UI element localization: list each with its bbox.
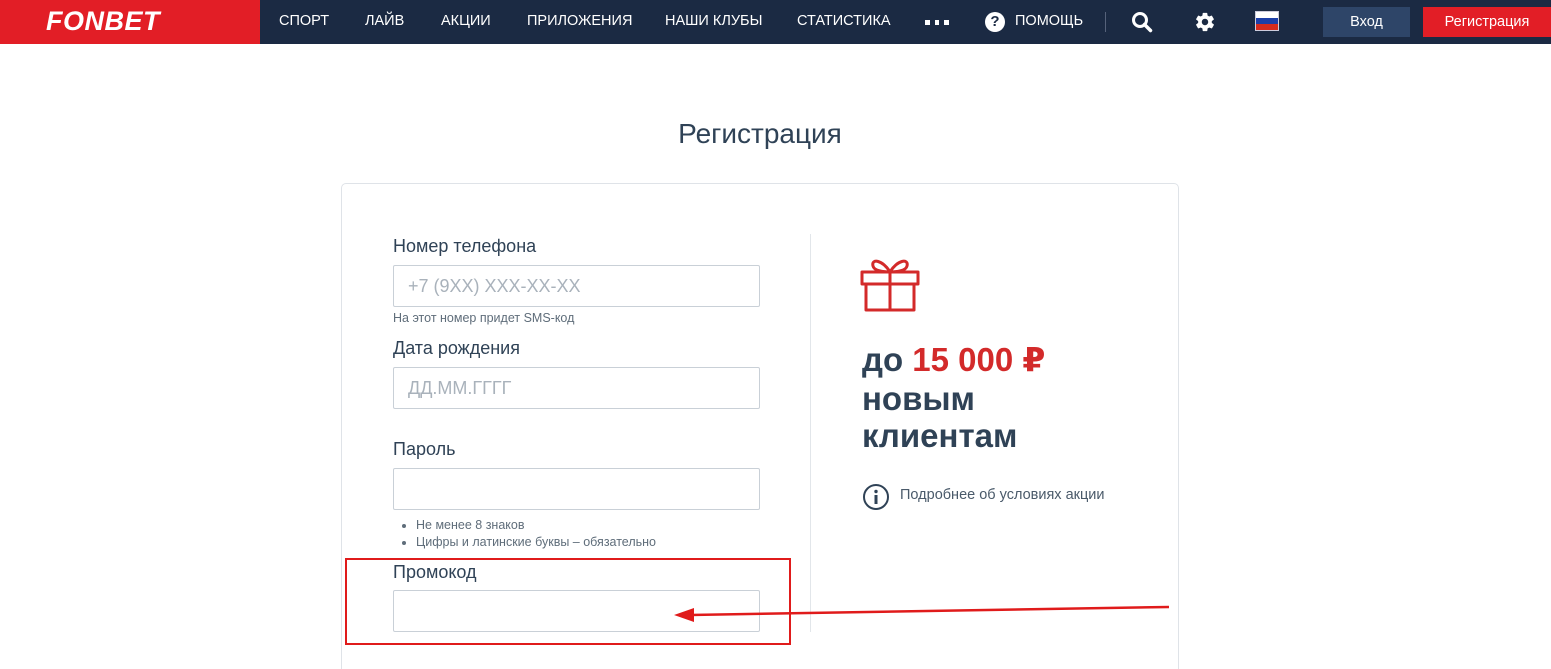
nav-item-sport[interactable]: СПОРТ bbox=[279, 13, 329, 29]
promo-headline-line1: до 15 000 ₽ bbox=[862, 340, 1045, 380]
page-title: Регистрация bbox=[678, 118, 842, 149]
password-rules: Не менее 8 знаков Цифры и латинские букв… bbox=[402, 517, 656, 551]
promo-amount: 15 000 ₽ bbox=[912, 341, 1046, 378]
annotation-highlight-box bbox=[345, 558, 791, 645]
password-label: Пароль bbox=[393, 439, 456, 459]
nav-item-live[interactable]: ЛАЙВ bbox=[365, 13, 404, 29]
logo[interactable]: FONBET bbox=[0, 0, 260, 44]
page: FONBET СПОРТ ЛАЙВ АКЦИИ ПРИЛОЖЕНИЯ НАШИ … bbox=[0, 0, 1551, 669]
password-rule: Не менее 8 знаков bbox=[402, 517, 656, 534]
birthdate-input[interactable] bbox=[393, 367, 760, 409]
top-navbar: FONBET СПОРТ ЛАЙВ АКЦИИ ПРИЛОЖЕНИЯ НАШИ … bbox=[0, 0, 1551, 44]
password-rule: Цифры и латинские буквы – обязательно bbox=[402, 534, 656, 551]
gift-icon bbox=[860, 259, 920, 312]
russia-flag-icon[interactable] bbox=[1255, 11, 1279, 31]
phone-label: Номер телефона bbox=[393, 236, 537, 256]
gear-icon[interactable] bbox=[1194, 11, 1216, 33]
password-input[interactable] bbox=[393, 468, 760, 510]
nav-divider bbox=[1105, 12, 1106, 32]
nav-item-apps[interactable]: ПРИЛОЖЕНИЯ bbox=[527, 13, 632, 29]
login-button[interactable]: Вход bbox=[1323, 7, 1410, 37]
nav-item-promotions[interactable]: АКЦИИ bbox=[441, 13, 491, 29]
promo-headline-line3: клиентам bbox=[862, 417, 1018, 454]
promo-details-link[interactable]: Подробнее об условиях акции bbox=[900, 487, 1105, 503]
promo-headline-line2: новым bbox=[862, 380, 975, 417]
search-icon[interactable] bbox=[1131, 11, 1153, 33]
nav-item-help[interactable]: ПОМОЩЬ bbox=[1015, 13, 1083, 29]
phone-input[interactable] bbox=[393, 265, 760, 307]
birthdate-label: Дата рождения bbox=[393, 338, 520, 358]
more-dots-icon[interactable] bbox=[925, 20, 950, 26]
nav-item-statistics[interactable]: СТАТИСТИКА bbox=[797, 13, 891, 29]
nav-item-clubs[interactable]: НАШИ КЛУБЫ bbox=[665, 13, 762, 29]
logo-text: FONBET bbox=[46, 6, 160, 36]
register-button[interactable]: Регистрация bbox=[1423, 7, 1551, 37]
help-icon[interactable]: ? bbox=[985, 12, 1005, 32]
phone-hint: На этот номер придет SMS-код bbox=[393, 311, 575, 325]
card-divider bbox=[810, 234, 811, 632]
promo-prefix: до bbox=[862, 341, 913, 378]
info-icon[interactable] bbox=[862, 483, 890, 511]
